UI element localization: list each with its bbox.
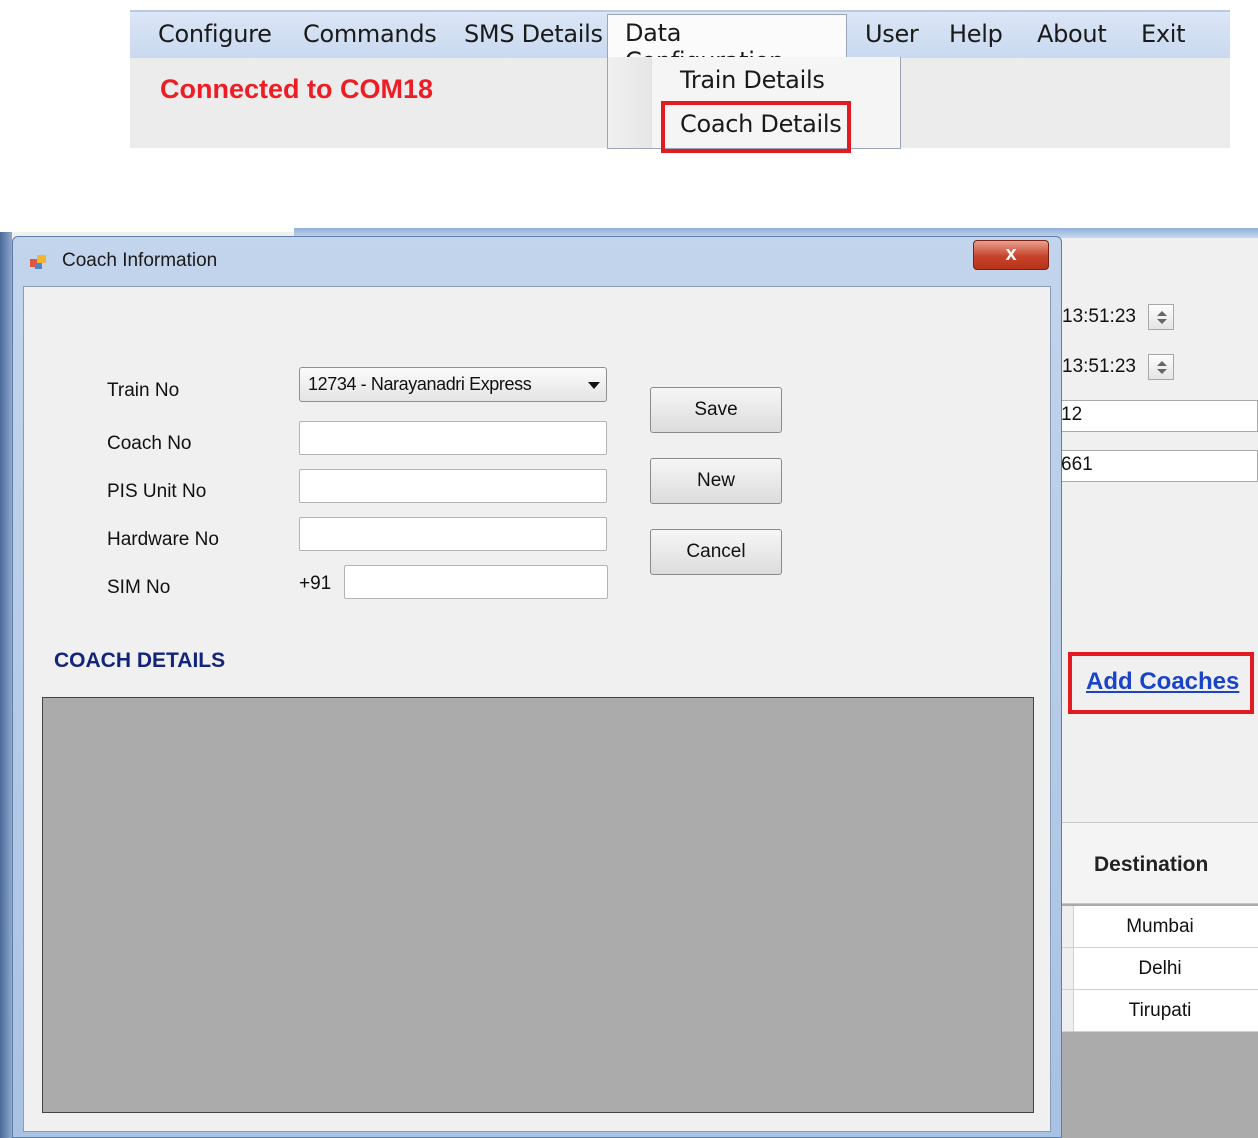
grid-cell-destination: Tirupati	[1128, 1000, 1192, 1021]
hardware-no-input[interactable]	[299, 517, 607, 551]
coach-details-grid[interactable]	[42, 697, 1034, 1113]
grid-header-destination[interactable]: Destination	[1062, 822, 1258, 904]
menu-data-configuration[interactable]: Data Configuration	[607, 14, 847, 75]
grid-cell-destination: Delhi	[1138, 958, 1182, 979]
sim-country-code: +91	[299, 573, 332, 594]
menu-sms-details[interactable]: SMS Details	[464, 20, 603, 48]
form-icon	[30, 255, 46, 269]
spinner-up-icon	[1157, 311, 1167, 316]
start-time-spinner[interactable]	[1148, 304, 1174, 330]
close-icon: x	[1005, 243, 1017, 265]
spinner-down-icon	[1157, 369, 1167, 374]
end-time-field[interactable]: 13:51:23	[1062, 356, 1136, 378]
main-window-menu-area: Configure Commands SMS Details User Help…	[130, 10, 1230, 153]
chevron-down-icon	[588, 382, 600, 389]
menu-about[interactable]: About	[1037, 20, 1107, 48]
coach-no-input[interactable]	[299, 421, 607, 455]
coach-details-highlight-box	[661, 101, 851, 153]
connection-status: Connected to COM18	[160, 74, 434, 104]
menu-item-train-details[interactable]: Train Details	[680, 66, 825, 94]
start-time-field[interactable]: 13:51:23	[1062, 306, 1136, 328]
end-time-spinner[interactable]	[1148, 354, 1174, 380]
grid-cell-destination: Mumbai	[1126, 916, 1194, 937]
menu-exit[interactable]: Exit	[1141, 20, 1186, 48]
grid-row[interactable]: Delhi	[1062, 948, 1258, 990]
new-button[interactable]: New	[650, 458, 782, 504]
train-no-selected-value: 12734 - Narayanadri Express	[308, 374, 532, 394]
dialog-title: Coach Information	[62, 250, 218, 271]
coach-information-dialog: Coach Information x Train No Coach No PI…	[12, 236, 1062, 1138]
background-field-one[interactable]: 12	[1058, 400, 1258, 432]
menu-commands[interactable]: Commands	[303, 20, 437, 48]
grid-row[interactable]: Mumbai	[1062, 906, 1258, 948]
hardware-no-label: Hardware No	[107, 529, 219, 550]
dialog-client-area: Train No Coach No PIS Unit No Hardware N…	[23, 286, 1051, 1132]
sim-no-label: SIM No	[107, 577, 171, 598]
background-field-two[interactable]: 661	[1058, 450, 1258, 482]
train-no-label: Train No	[107, 380, 180, 401]
dropdown-icon-gutter	[608, 57, 652, 148]
menu-help[interactable]: Help	[949, 20, 1003, 48]
save-button[interactable]: Save	[650, 387, 782, 433]
close-button[interactable]: x	[973, 240, 1049, 270]
desktop-edge	[0, 232, 12, 1138]
menu-configure[interactable]: Configure	[158, 20, 272, 48]
train-no-select[interactable]: 12734 - Narayanadri Express	[299, 367, 607, 402]
add-coaches-highlight-box	[1068, 652, 1254, 714]
coach-no-label: Coach No	[107, 433, 192, 454]
grid-row[interactable]: Tirupati	[1062, 990, 1258, 1032]
cancel-button[interactable]: Cancel	[650, 529, 782, 575]
menu-user[interactable]: User	[865, 20, 919, 48]
grid-header-label: Destination	[1094, 853, 1209, 876]
pis-unit-no-label: PIS Unit No	[107, 481, 207, 502]
coach-details-heading: COACH DETAILS	[54, 649, 226, 672]
spinner-down-icon	[1157, 319, 1167, 324]
spinner-up-icon	[1157, 361, 1167, 366]
sim-no-input[interactable]	[344, 565, 608, 599]
pis-unit-no-input[interactable]	[299, 469, 607, 503]
